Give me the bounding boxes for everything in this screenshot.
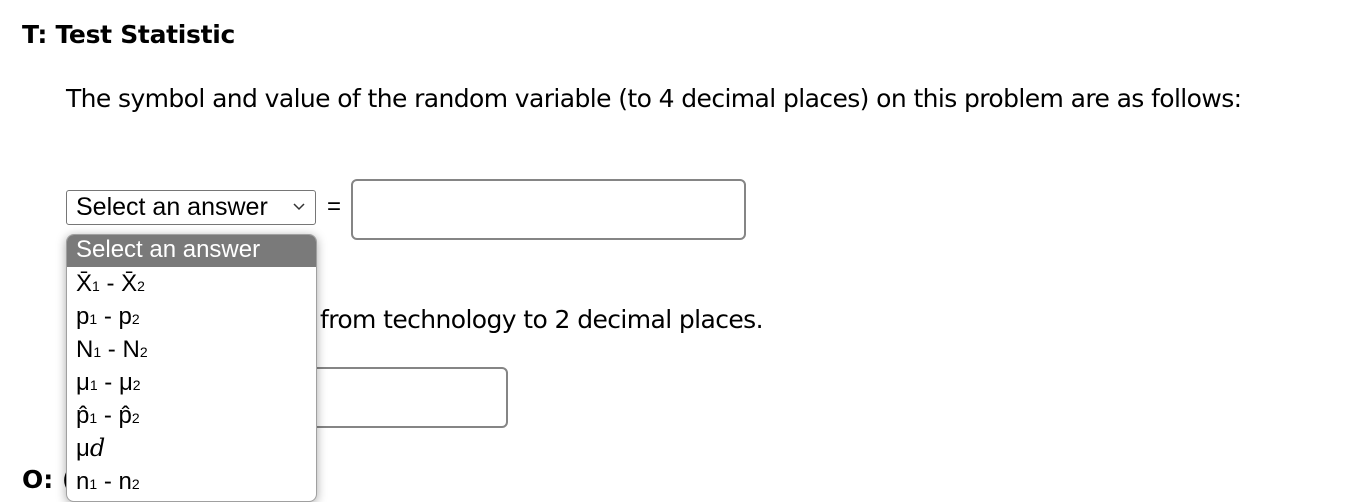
dropdown-option-mu-d[interactable]: μd: [67, 432, 316, 465]
symbol-select[interactable]: Select an answer: [66, 190, 316, 225]
dropdown-option-phat-diff[interactable]: p̂1 - p̂2: [67, 399, 316, 432]
question-prompt: The symbol and value of the random varia…: [66, 84, 1242, 113]
pvalue-prompt: from technology to 2 decimal places.: [320, 305, 764, 334]
test-statistic-input[interactable]: [351, 179, 746, 240]
dropdown-option-n-diff[interactable]: n1 - n2: [67, 465, 316, 498]
dropdown-option-N-diff[interactable]: N1 - N2: [67, 333, 316, 366]
dropdown-option-xbar-diff[interactable]: X̄1 - X̄2: [67, 267, 316, 300]
symbol-select-value: Select an answer: [76, 193, 268, 221]
symbol-dropdown-list[interactable]: Select an answer X̄1 - X̄2 p1 - p2 N1 - …: [66, 234, 317, 502]
equals-sign: =: [327, 193, 342, 220]
chevron-down-icon: [293, 203, 305, 211]
dropdown-option-mu-diff[interactable]: μ1 - μ2: [67, 366, 316, 399]
dropdown-option-placeholder[interactable]: Select an answer: [67, 235, 316, 267]
dropdown-option-p-diff[interactable]: p1 - p2: [67, 300, 316, 333]
section-heading: T: Test Statistic: [22, 20, 236, 49]
